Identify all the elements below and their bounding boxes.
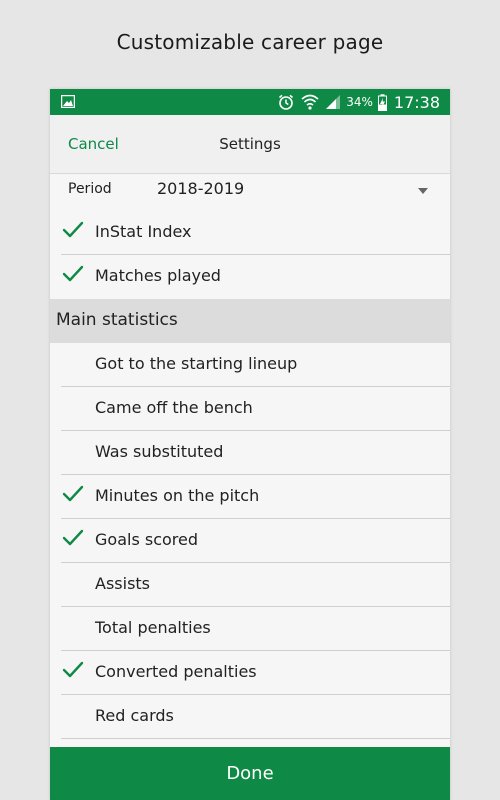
section-header: Main statistics bbox=[50, 299, 450, 343]
gallery-icon bbox=[61, 95, 75, 108]
status-bar: 34% 17:38 bbox=[50, 89, 450, 115]
list-item-label: Minutes on the pitch bbox=[95, 486, 260, 505]
list-item-label: Matches played bbox=[95, 266, 221, 285]
divider bbox=[61, 738, 450, 739]
period-value[interactable]: 2018-2019 bbox=[157, 179, 244, 198]
checkmark-icon bbox=[62, 661, 84, 678]
list-item[interactable]: Converted penalties bbox=[50, 651, 450, 695]
list-item-label: Converted penalties bbox=[95, 662, 257, 681]
signal-icon bbox=[326, 95, 341, 109]
list-item[interactable]: Minutes on the pitch bbox=[50, 475, 450, 519]
alarm-icon bbox=[279, 94, 294, 110]
promo-title: Customizable career page bbox=[116, 30, 384, 54]
status-time: 17:38 bbox=[393, 92, 440, 112]
page-title: Settings bbox=[219, 135, 281, 153]
list-item-label: InStat Index bbox=[95, 222, 192, 241]
period-selector[interactable]: Period 2018-2019 bbox=[50, 173, 450, 211]
settings-header: Cancel Settings bbox=[50, 115, 450, 174]
list-item[interactable]: InStat Index bbox=[50, 211, 450, 255]
period-label: Period bbox=[68, 181, 112, 197]
list-item[interactable]: Goals scored bbox=[50, 519, 450, 563]
list-item-label: Came off the bench bbox=[95, 398, 253, 417]
list-item[interactable]: Total penalties bbox=[50, 607, 450, 651]
list-item[interactable]: Matches played bbox=[50, 255, 450, 299]
wifi-icon bbox=[301, 94, 319, 110]
checkmark-icon bbox=[62, 485, 84, 502]
list-item-label: Assists bbox=[95, 574, 151, 593]
checkmark-icon bbox=[62, 265, 84, 282]
done-button[interactable]: Done bbox=[50, 747, 450, 800]
list-item[interactable]: Assists bbox=[50, 563, 450, 607]
list-item-label: Total penalties bbox=[95, 618, 211, 637]
settings-list: InStat Index Matches played Main statist… bbox=[50, 211, 450, 739]
list-item-label: Red cards bbox=[95, 706, 174, 725]
checkmark-icon bbox=[62, 221, 84, 238]
list-item[interactable]: Red cards bbox=[50, 695, 450, 739]
section-title: Main statistics bbox=[56, 310, 178, 330]
battery-percent: 34% bbox=[346, 95, 373, 109]
list-item[interactable]: Got to the starting lineup bbox=[50, 343, 450, 387]
phone-screen: 34% 17:38 Cancel Settings Period 2018-20… bbox=[50, 89, 450, 800]
list-item[interactable]: Was substituted bbox=[50, 431, 450, 475]
list-item[interactable]: Came off the bench bbox=[50, 387, 450, 431]
list-item-label: Goals scored bbox=[95, 530, 199, 549]
dropdown-arrow-icon[interactable] bbox=[418, 188, 428, 194]
checkmark-icon bbox=[62, 529, 84, 546]
status-right: 34% 17:38 bbox=[277, 89, 440, 115]
battery-charging-icon bbox=[377, 93, 387, 111]
list-item-label: Was substituted bbox=[95, 442, 224, 461]
list-item-label: Got to the starting lineup bbox=[95, 354, 298, 373]
